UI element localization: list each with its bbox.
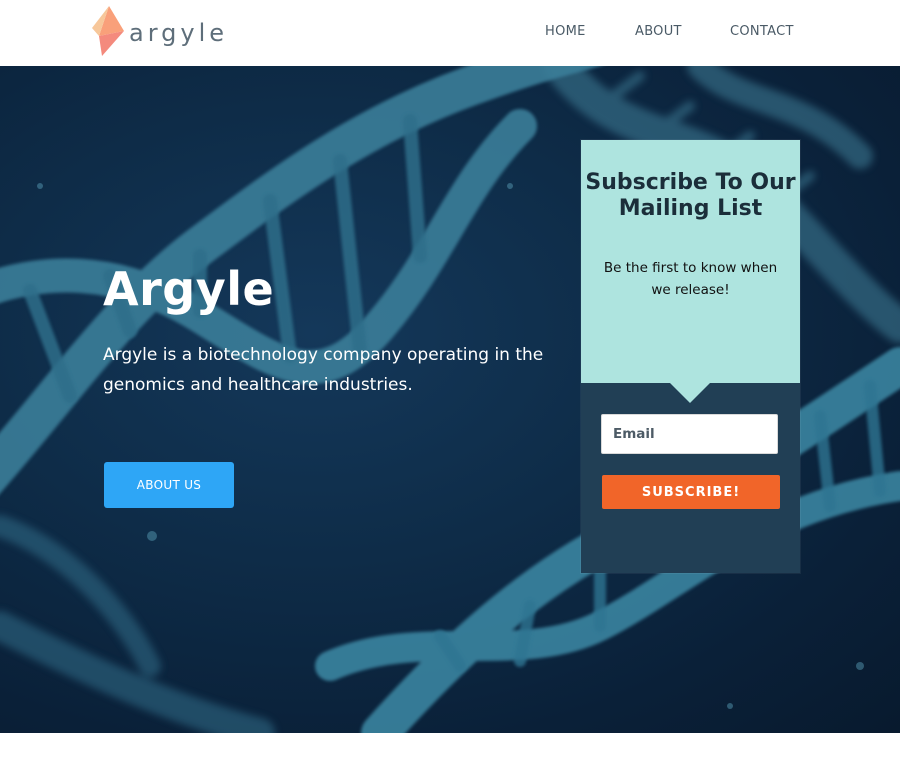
hero-section: Argyle Argyle is a biotechnology company… [0,66,900,733]
email-input[interactable] [601,414,778,454]
nav-about-link[interactable]: ABOUT [635,24,682,39]
nav-contact-link[interactable]: CONTACT [730,24,794,39]
hero-description: Argyle is a biotechnology company operat… [103,345,544,395]
subscribe-card: Subscribe To Our Mailing List Be the fir… [581,140,800,573]
subscribe-heading: Subscribe To Our Mailing List [585,170,796,221]
about-us-button[interactable]: ABOUT US [104,462,234,508]
main-nav: HOME ABOUT CONTACT [0,24,900,42]
hero-title: Argyle [103,262,275,316]
nav-home-link[interactable]: HOME [545,24,586,39]
subscribe-pointer-arrow [670,383,710,403]
site-header: argyle HOME ABOUT CONTACT [0,0,900,66]
subscribe-subtext: Be the first to know when we release! [603,260,778,298]
subscribe-header-panel: Subscribe To Our Mailing List Be the fir… [581,140,800,383]
subscribe-button[interactable]: SUBSCRIBE! [602,475,780,509]
